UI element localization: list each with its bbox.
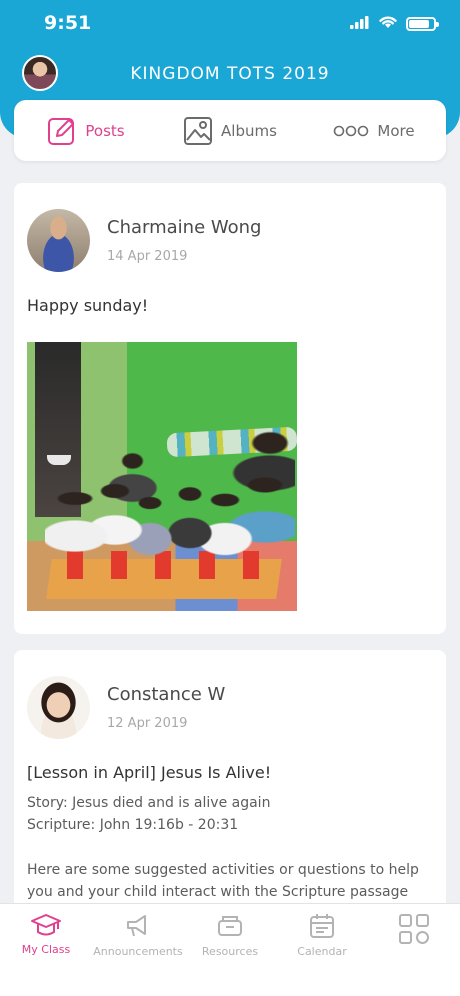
post-date: 14 Apr 2019 [107,249,188,264]
author-avatar[interactable] [27,209,90,272]
post-text: Happy sunday! [27,296,149,315]
post-card[interactable]: Constance W 12 Apr 2019 [Lesson in April… [14,650,446,910]
tab-posts[interactable]: Posts [14,116,158,146]
nav-my-class-label: My Class [21,943,71,956]
tab-albums-label: Albums [221,121,277,140]
battery-icon [406,16,439,31]
tab-posts-label: Posts [85,121,125,140]
post-body-line: you and your child interact with the Scr… [27,884,409,900]
nav-my-class[interactable]: My Class [0,904,92,996]
status-icons [350,14,439,33]
post-date: 12 Apr 2019 [107,716,188,731]
post-title: [Lesson in April] Jesus Is Alive! [27,763,272,782]
megaphone-icon [125,913,151,939]
tab-bar: Posts Albums More [14,100,446,161]
photo-children-group [45,431,295,581]
battery-fill [409,19,429,28]
nav-resources[interactable]: Resources [184,904,276,996]
tab-more[interactable]: More [302,122,446,140]
post-photo[interactable] [27,342,297,611]
nav-resources-label: Resources [201,945,259,958]
more-dots-icon [333,125,369,137]
cellular-signal-icon [350,14,370,33]
nav-more-apps[interactable] [368,904,460,996]
grid-icon [398,913,430,945]
graduation-cap-icon [30,913,62,937]
resources-icon [217,913,243,939]
edit-icon [47,116,77,146]
tab-albums[interactable]: Albums [158,116,302,146]
nav-announcements[interactable]: Announcements [92,904,184,996]
nav-calendar-label: Calendar [297,945,347,958]
post-author: Constance W [107,684,226,705]
bottom-navigation: My Class Announcements Resources Calenda… [0,903,460,996]
status-bar: 9:51 [0,0,460,50]
author-avatar[interactable] [27,676,90,739]
wifi-icon [378,14,398,33]
class-title: KINGDOM TOTS 2019 [130,64,330,84]
post-author: Charmaine Wong [107,217,262,238]
image-icon [183,116,213,146]
calendar-icon [309,913,335,939]
post-body-line: Story: Jesus died and is alive again [27,795,271,811]
status-time: 9:51 [44,12,92,34]
nav-announcements-label: Announcements [93,945,183,958]
tab-more-label: More [377,121,415,140]
nav-calendar[interactable]: Calendar [276,904,368,996]
post-body-line: Scripture: John 19:16b - 20:31 [27,817,239,833]
post-card[interactable]: Charmaine Wong 14 Apr 2019 Happy sunday! [14,183,446,634]
post-body-line: Here are some suggested activities or qu… [27,862,419,878]
